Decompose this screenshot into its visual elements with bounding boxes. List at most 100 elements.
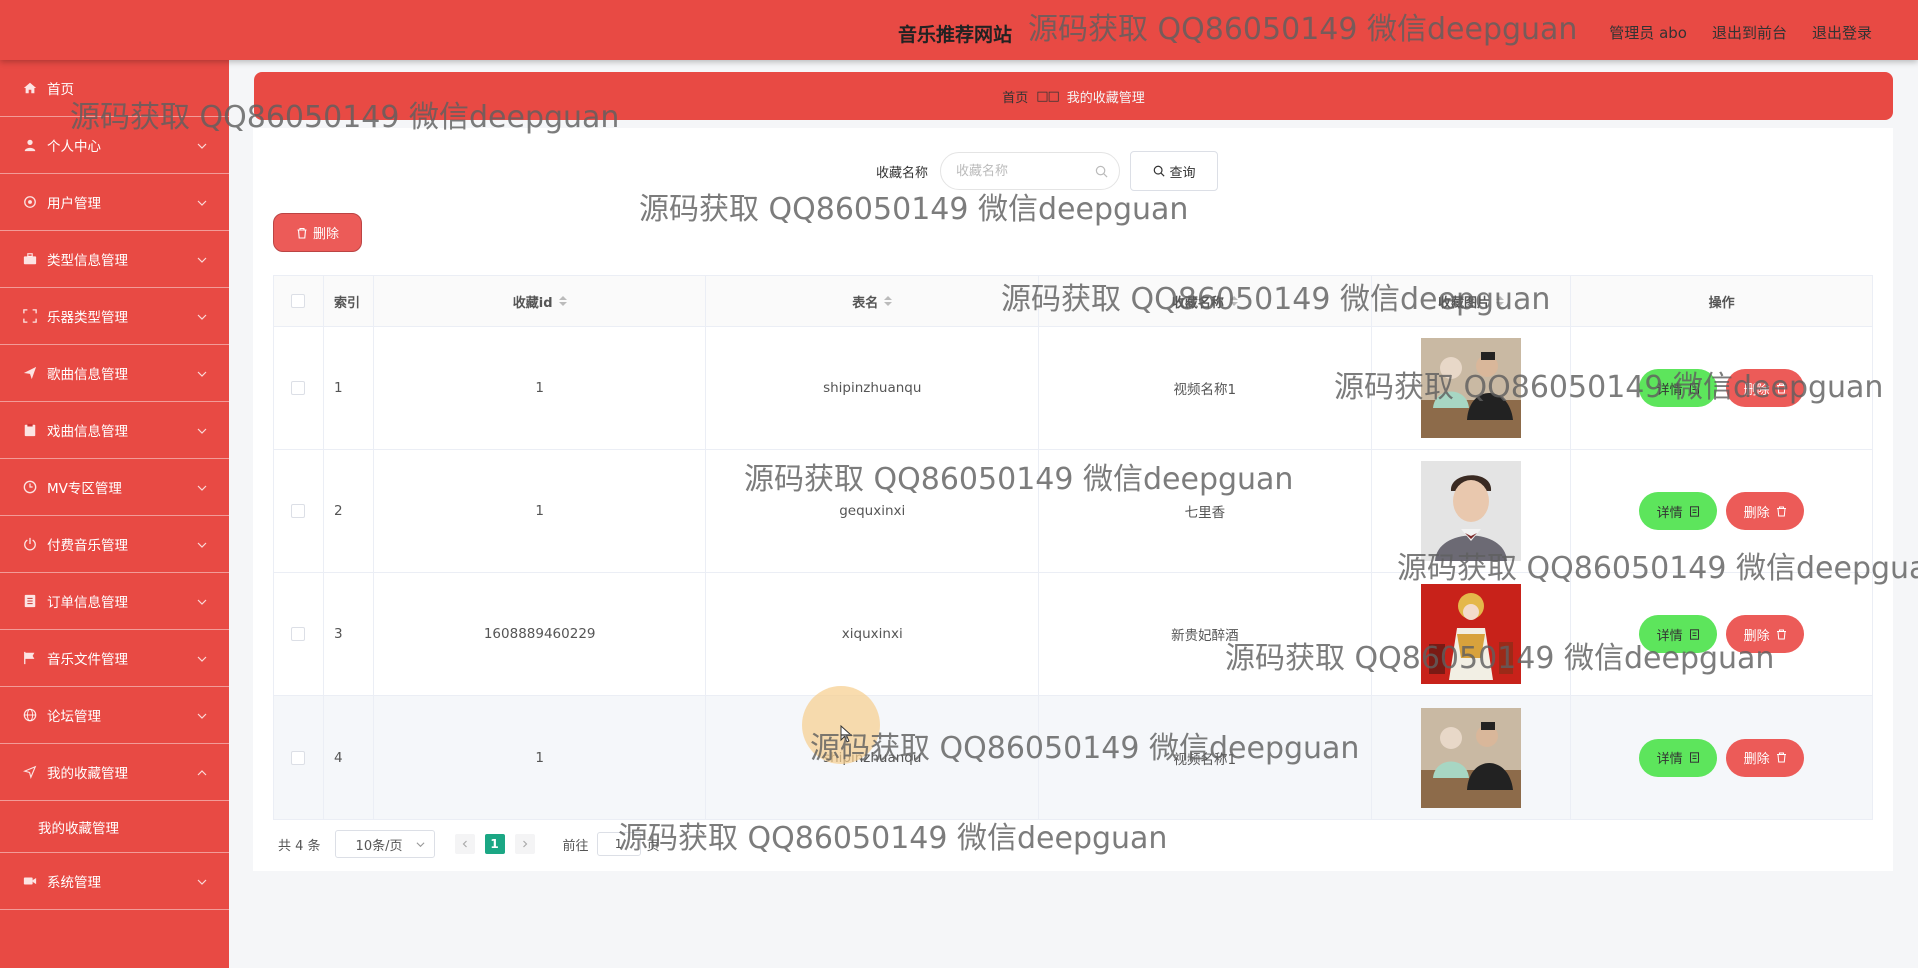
top-header: 音乐推荐网站 管理员 abo 退出到前台 退出登录 — [0, 0, 1918, 60]
header-label: 收藏图片 — [1437, 295, 1490, 311]
header-index: 索引 — [324, 276, 374, 326]
sidebar-item-personal-center[interactable]: 个人中心 — [0, 117, 229, 174]
row-checkbox[interactable] — [291, 504, 306, 518]
document-icon — [1689, 382, 1699, 394]
header-checkbox-cell — [274, 276, 324, 326]
sidebar-item-music-files[interactable]: 音乐文件管理 — [0, 630, 229, 687]
query-button[interactable]: 查询 — [1130, 151, 1219, 191]
send-icon — [22, 365, 38, 381]
row-checkbox[interactable] — [291, 627, 306, 641]
list-icon — [22, 593, 38, 609]
cell-index: 4 — [324, 696, 374, 819]
page-size-select[interactable]: 10条/页 — [334, 830, 435, 858]
delete-button[interactable]: 删除 — [1726, 369, 1805, 407]
detail-button[interactable]: 详情 — [1639, 738, 1718, 777]
detail-label: 详情 — [1656, 382, 1683, 398]
header-actions: 操作 — [1708, 295, 1735, 311]
search-form: 收藏名称 查询 — [876, 151, 1219, 191]
sidebar: 首页 个人中心 用户管理 类型信息管理 乐器类型管理 歌曲信息管理 戏曲信息管理… — [0, 60, 229, 968]
delete-button[interactable]: 删除 — [1726, 738, 1805, 777]
chevron-down-icon — [197, 196, 207, 206]
trash-icon — [1776, 752, 1786, 763]
cell-fav-name: 视频名称1 — [1039, 327, 1372, 449]
sidebar-item-order-info[interactable]: 订单信息管理 — [0, 573, 229, 630]
cell-fav-image — [1372, 696, 1572, 819]
detail-label: 详情 — [1656, 628, 1683, 644]
next-page-button[interactable] — [514, 834, 535, 854]
cell-fav-name: 七里香 — [1039, 450, 1372, 572]
chevron-down-icon — [197, 652, 207, 662]
prev-page-button[interactable] — [454, 834, 475, 854]
sidebar-item-opera-info[interactable]: 戏曲信息管理 — [0, 402, 229, 459]
delete-label: 删除 — [1743, 382, 1770, 398]
detail-button[interactable]: 详情 — [1639, 492, 1718, 530]
table-row: 1 1 shipinzhuanqu 视频名称1 详情 删除 — [274, 327, 1872, 450]
sidebar-item-label: 我的收藏管理 — [47, 766, 128, 782]
document-icon — [1689, 628, 1699, 640]
header-table-name[interactable]: 表名 — [706, 276, 1040, 326]
batch-delete-button[interactable]: 删除 — [273, 213, 362, 252]
sidebar-item-label: 系统管理 — [47, 875, 101, 891]
sidebar-item-user-management[interactable]: 用户管理 — [0, 174, 229, 231]
table-header-row: 索引 收藏id 表名 收藏名称 收藏图片 操作 — [274, 276, 1872, 327]
page-size-value: 10条/页 — [355, 838, 403, 854]
sidebar-item-label: 个人中心 — [47, 139, 101, 155]
search-input[interactable] — [941, 153, 1120, 189]
sort-icon — [1496, 296, 1504, 306]
sidebar-item-song-info[interactable]: 歌曲信息管理 — [0, 345, 229, 402]
header-links: 管理员 abo 退出到前台 退出登录 — [1609, 22, 1872, 43]
sidebar-item-my-favorites[interactable]: 我的收藏管理 — [0, 744, 229, 801]
cell-table-name: shipinzhuanqu — [706, 327, 1040, 449]
goto-label: 前往 — [562, 838, 589, 854]
breadcrumb-home[interactable]: 首页 — [1002, 87, 1028, 106]
trash-icon — [1776, 383, 1786, 393]
sort-icon — [558, 296, 567, 306]
sidebar-item-instrument-type[interactable]: 乐器类型管理 — [0, 288, 229, 345]
two-people-photo — [1421, 338, 1521, 438]
chevron-down-icon — [197, 424, 207, 434]
sidebar-subitem-my-favorites[interactable]: 我的收藏管理 — [0, 801, 229, 853]
header-fav-id[interactable]: 收藏id — [374, 276, 707, 326]
sidebar-item-forum[interactable]: 论坛管理 — [0, 687, 229, 744]
row-checkbox[interactable] — [291, 381, 306, 395]
select-all-checkbox[interactable] — [291, 294, 306, 308]
logout-link[interactable]: 退出登录 — [1812, 22, 1872, 43]
sidebar-item-label: 类型信息管理 — [47, 253, 128, 269]
sidebar-item-system[interactable]: 系统管理 — [0, 853, 229, 910]
sidebar-item-mv-zone[interactable]: MV专区管理 — [0, 459, 229, 516]
home-icon — [22, 80, 38, 96]
cell-fav-id: 1 — [374, 327, 707, 449]
briefcase-icon — [22, 251, 38, 267]
back-to-front-link[interactable]: 退出到前台 — [1712, 22, 1787, 43]
chevron-down-icon — [197, 709, 207, 719]
delete-button[interactable]: 删除 — [1726, 615, 1805, 653]
detail-button[interactable]: 详情 — [1639, 369, 1718, 407]
table-row: 4 1 shipinzhuanqu 视频名称1 详情 删除 — [274, 696, 1872, 819]
header-label: 收藏id — [512, 295, 553, 311]
header-fav-image[interactable]: 收藏图片 — [1372, 276, 1572, 326]
sidebar-item-home[interactable]: 首页 — [0, 60, 229, 117]
header-fav-name[interactable]: 收藏名称 — [1039, 276, 1372, 326]
chevron-down-icon — [197, 595, 207, 605]
cell-fav-name: 视频名称1 — [1039, 696, 1372, 819]
row-checkbox[interactable] — [291, 750, 306, 765]
sidebar-item-label: 论坛管理 — [47, 709, 101, 725]
delete-button[interactable]: 删除 — [1726, 492, 1805, 530]
sidebar-item-label: 乐器类型管理 — [47, 310, 128, 326]
sidebar-item-label: 用户管理 — [47, 196, 101, 212]
delete-label: 删除 — [1743, 752, 1770, 767]
sidebar-item-type-info[interactable]: 类型信息管理 — [0, 231, 229, 288]
detail-button[interactable]: 详情 — [1639, 615, 1718, 653]
table-row: 3 1608889460229 xiquxinxi 新贵妃醉酒 详情 删除 — [274, 573, 1872, 696]
flag-icon — [22, 650, 38, 666]
sidebar-item-label: 付费音乐管理 — [47, 538, 128, 554]
sidebar-item-paid-music[interactable]: 付费音乐管理 — [0, 516, 229, 573]
page-number-active[interactable]: 1 — [484, 834, 505, 854]
cell-fav-image — [1372, 450, 1572, 572]
admin-username: 管理员 abo — [1609, 24, 1687, 42]
sidebar-item-label: 戏曲信息管理 — [47, 424, 128, 440]
chevron-down-icon — [197, 875, 207, 885]
clock-icon — [22, 479, 38, 495]
goto-page-input[interactable] — [596, 832, 641, 856]
breadcrumb-separator: □□ — [1036, 88, 1060, 104]
